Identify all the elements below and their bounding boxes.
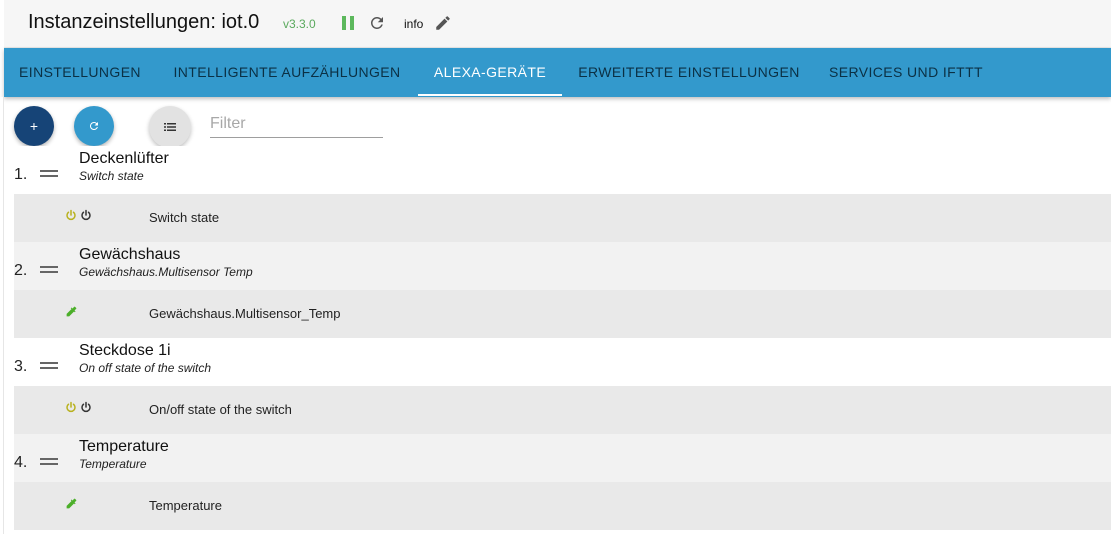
device-description: Switch state (79, 169, 144, 183)
info-link[interactable]: info (404, 17, 423, 31)
state-label: Temperature (149, 498, 222, 513)
device-description: On off state of the switch (79, 361, 212, 375)
state-label: Gewächshaus.Multisensor_Temp (149, 306, 341, 321)
device-row[interactable]: 4. Temperature Temperature (14, 434, 1111, 482)
device-name: Deckenlüfter (79, 150, 169, 167)
tab-einstellungen[interactable]: EINSTELLUNGEN (4, 48, 156, 97)
device-description: Gewächshaus.Multisensor Temp (79, 265, 253, 279)
version-label: v3.3.0 (283, 17, 316, 31)
refresh-button[interactable] (74, 106, 114, 146)
drag-handle-icon[interactable] (40, 266, 58, 273)
tab-erweiterte-einstellungen[interactable]: ERWEITERTE EINSTELLUNGEN (562, 48, 816, 97)
device-state-row[interactable]: On/off state of the switch (14, 386, 1111, 434)
filter-input[interactable] (210, 110, 383, 138)
device-row[interactable]: 2. Gewächshaus Gewächshaus.Multisensor T… (14, 242, 1111, 290)
refresh-icon (89, 121, 98, 130)
device-state-row[interactable]: Switch state (14, 194, 1111, 242)
device-state-row[interactable]: Temperature (14, 482, 1111, 530)
tab-bar: EINSTELLUNGEN INTELLIGENTE AUFZÄHLUNGEN … (4, 48, 1111, 97)
power-icon (66, 209, 76, 221)
page-title: Instanzeinstellungen: iot.0 (28, 11, 260, 33)
left-edge (0, 97, 4, 534)
tab-services-und-ifttt[interactable]: SERVICES UND IFTTT (816, 48, 996, 97)
tab-intelligente-aufzaehlungen[interactable]: INTELLIGENTE AUFZÄHLUNGEN (156, 48, 418, 97)
list-view-button[interactable] (149, 106, 191, 148)
list-icon (164, 123, 176, 131)
device-number: 1. (14, 166, 28, 183)
add-device-button[interactable]: + (14, 106, 54, 146)
device-name: Temperature (79, 438, 169, 455)
device-description: Temperature (79, 457, 147, 471)
dropper-icon (66, 306, 77, 317)
state-icons (65, 401, 92, 415)
drag-handle-icon[interactable] (40, 170, 58, 177)
state-icons (65, 497, 78, 511)
pause-icon[interactable] (342, 16, 354, 30)
power-icon (81, 209, 91, 221)
device-name: Steckdose 1i (79, 342, 171, 359)
device-state-row[interactable]: Gewächshaus.Multisensor_Temp (14, 290, 1111, 338)
power-icon (81, 401, 91, 413)
reload-icon[interactable] (368, 14, 386, 32)
state-label: On/off state of the switch (149, 402, 292, 417)
state-icons (65, 305, 78, 319)
state-icons (65, 209, 92, 223)
device-row[interactable]: 1. Deckenlüfter Switch state (14, 146, 1111, 194)
device-number: 4. (14, 454, 28, 471)
dropper-icon (66, 498, 77, 509)
device-number: 3. (14, 358, 28, 375)
state-label: Switch state (149, 210, 220, 225)
device-name: Gewächshaus (79, 246, 181, 263)
instance-header: Instanzeinstellungen: iot.0 v3.3.0 info (4, 0, 1111, 48)
tab-alexa-geraete[interactable]: ALEXA-GERÄTE (418, 48, 562, 97)
pencil-icon[interactable] (434, 14, 452, 32)
device-row[interactable]: 3. Steckdose 1i On off state of the swit… (14, 338, 1111, 386)
power-icon (66, 401, 76, 413)
drag-handle-icon[interactable] (40, 458, 58, 465)
drag-handle-icon[interactable] (40, 362, 58, 369)
device-number: 2. (14, 262, 28, 279)
